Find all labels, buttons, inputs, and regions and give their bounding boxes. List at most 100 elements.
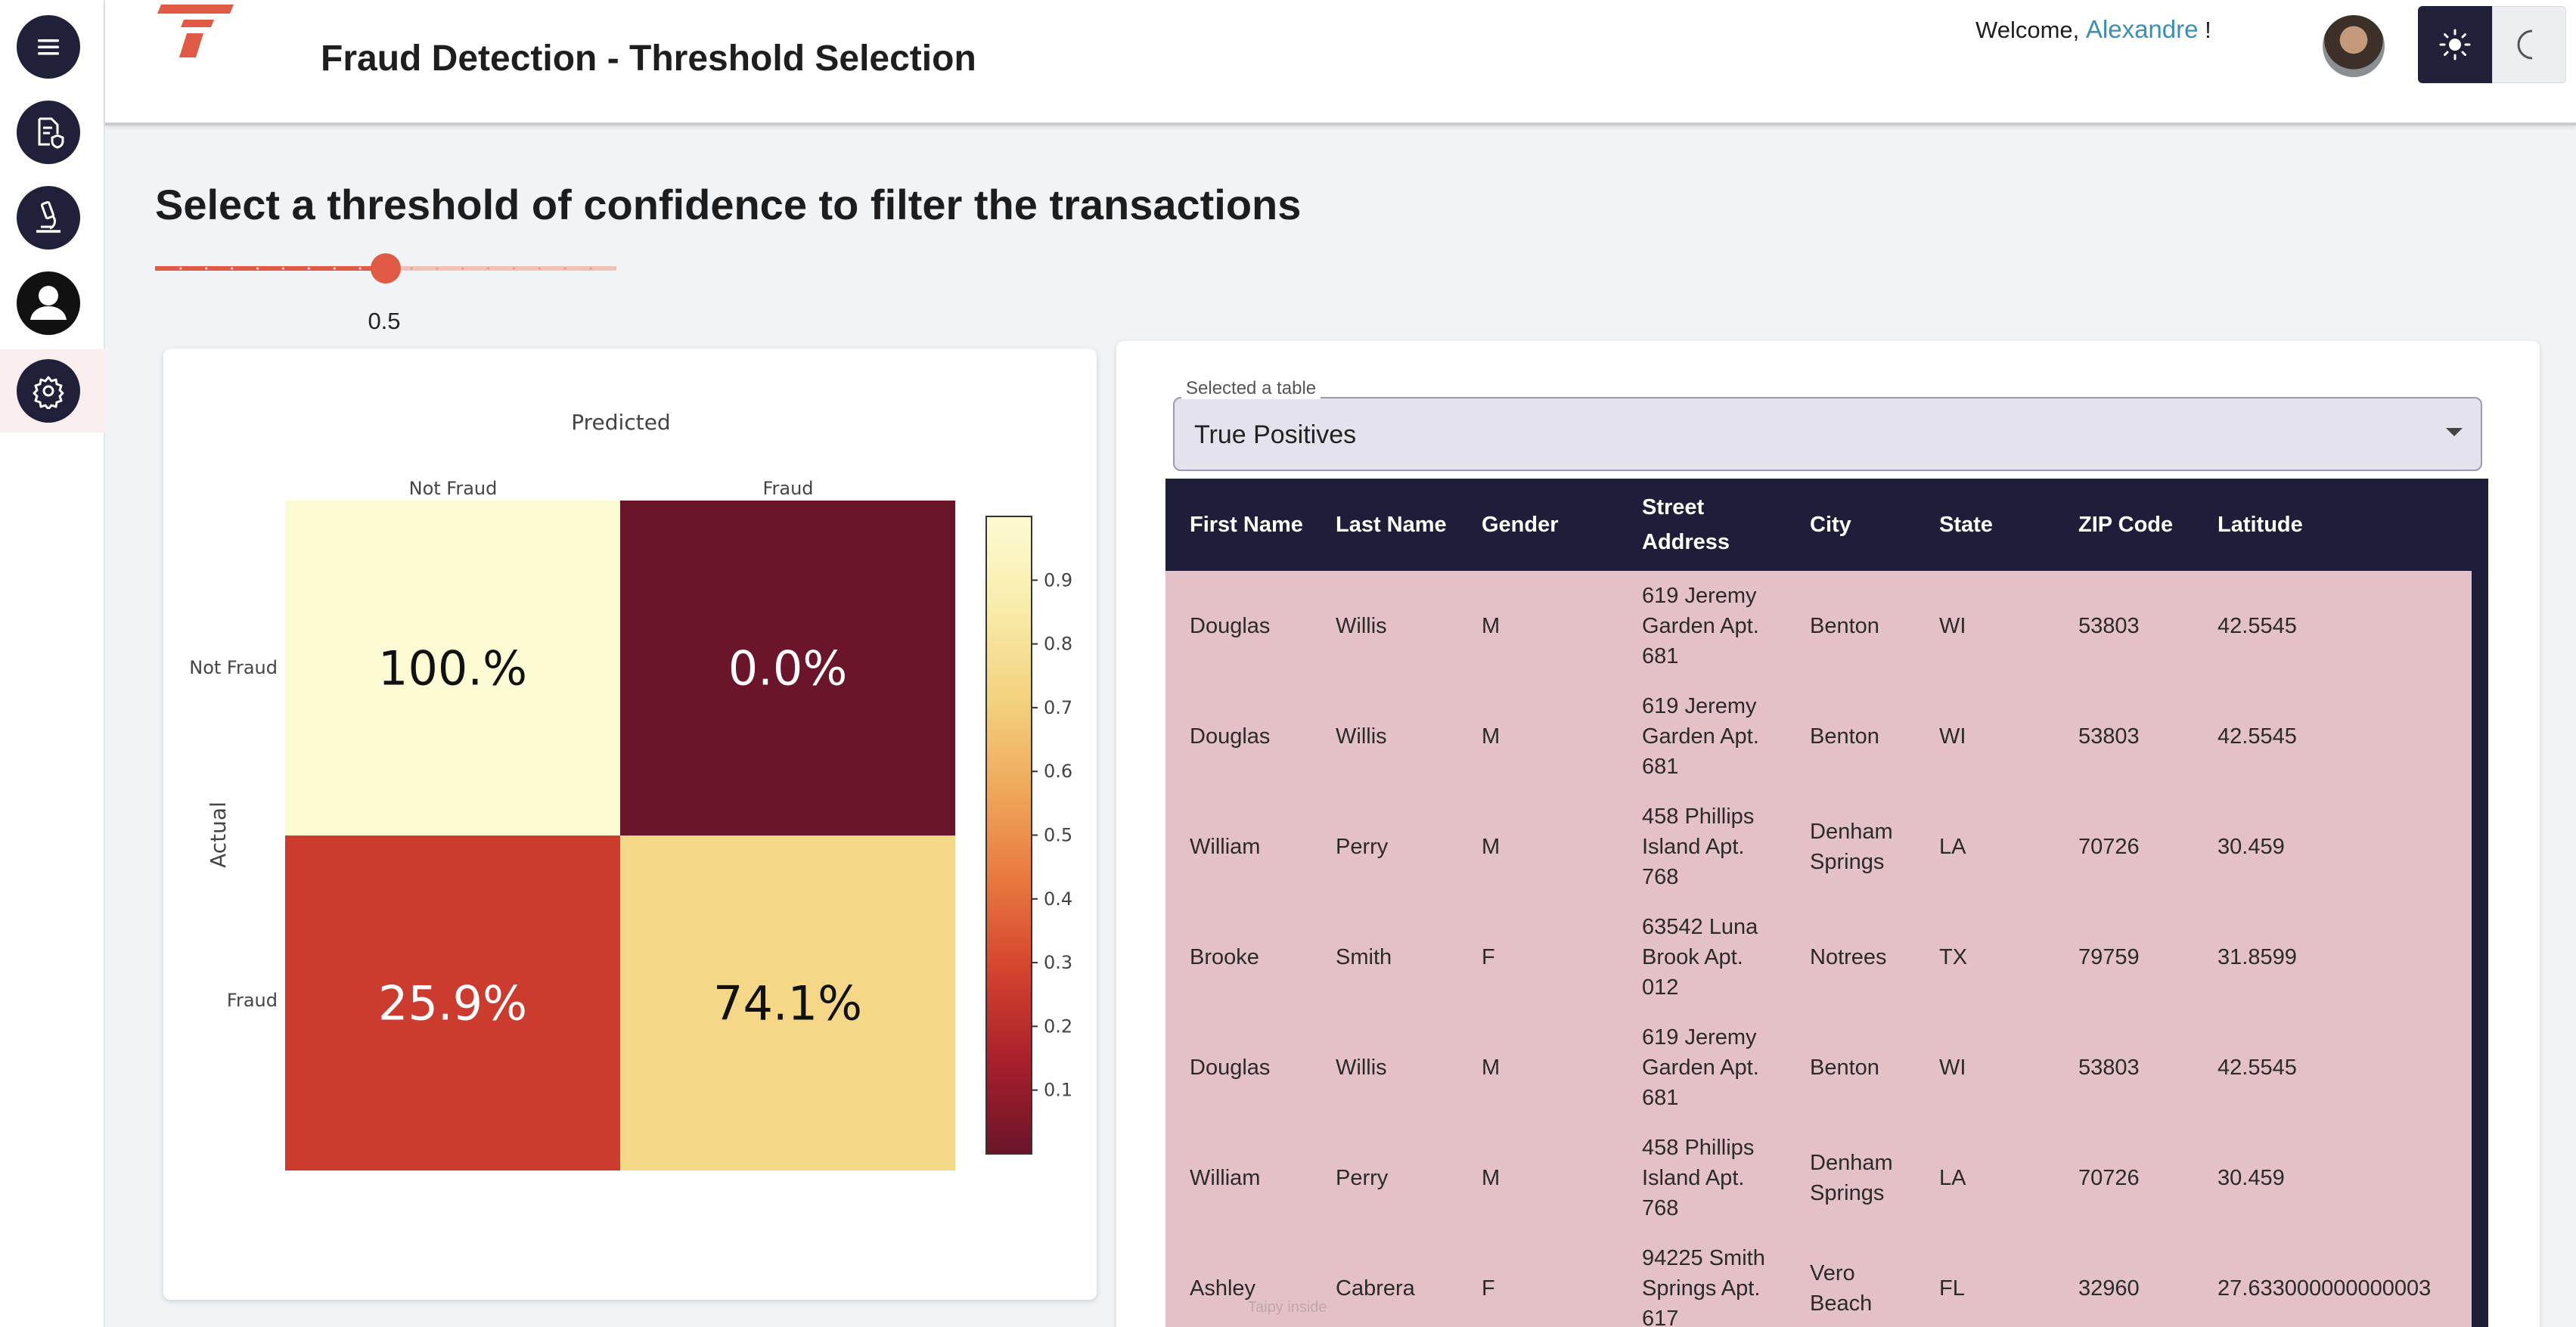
table-cell: William xyxy=(1165,1123,1311,1233)
table-cell: M xyxy=(1457,571,1618,681)
colorbar-tick-label: 0.5 xyxy=(1044,825,1072,846)
page-title: Fraud Detection - Threshold Selection xyxy=(321,39,976,79)
sidebar xyxy=(0,0,105,1327)
slider-tick xyxy=(512,267,516,270)
slider-tick xyxy=(563,267,566,270)
y-tick-label: Fraud xyxy=(227,990,278,1011)
table-cell: M xyxy=(1457,1123,1618,1233)
table-cell: Denham Springs xyxy=(1786,792,1915,902)
table-cell: Perry xyxy=(1311,1123,1457,1233)
table-cell: F xyxy=(1457,902,1618,1012)
moon-icon xyxy=(2517,29,2533,60)
user-name[interactable]: Alexandre xyxy=(2086,15,2199,43)
heatmap-cell-label: 25.9% xyxy=(378,976,527,1031)
table-cell: WI xyxy=(1915,1012,2054,1123)
slider-tick xyxy=(231,267,234,270)
table-row[interactable]: Brooke Smith F 63542 Luna Brook Apt. 012 Not… xyxy=(1165,902,2472,1012)
table-cell: 94225 Smith Springs Apt. 617 xyxy=(1618,1233,1786,1327)
slider-tick xyxy=(307,267,310,270)
column-header[interactable]: Street Address xyxy=(1618,479,1786,571)
colorbar-tick-label: 0.7 xyxy=(1044,697,1072,718)
microscope-icon xyxy=(36,200,61,233)
colorbar-tick-label: 0.1 xyxy=(1044,1080,1072,1101)
table-row[interactable]: Douglas Willis M 619 Jeremy Garden Apt. 681… xyxy=(1165,571,2472,681)
watermark: Taipy inside xyxy=(1248,1299,1327,1316)
table-cell: Willis xyxy=(1311,1012,1457,1123)
x-tick-label: Not Fraud xyxy=(409,478,498,499)
table-cell: 53803 xyxy=(2054,681,2193,792)
threshold-slider[interactable] xyxy=(155,242,616,295)
table-cell: 31.8599 xyxy=(2193,902,2472,1012)
table-row[interactable]: William Perry M 458 Phillips Island Apt. 76… xyxy=(1165,1123,2472,1233)
table-cell: Douglas xyxy=(1165,1012,1311,1123)
table-row[interactable]: Ashley Cabrera F 94225 Smith Springs Apt. 6… xyxy=(1165,1233,2472,1327)
table-cell: 53803 xyxy=(2054,1012,2193,1123)
document-shield-icon xyxy=(38,117,64,149)
table-cell: TX xyxy=(1915,902,2054,1012)
slider-tick xyxy=(486,267,490,270)
table-cell: Benton xyxy=(1786,571,1915,681)
caret-down-icon[interactable] xyxy=(2446,428,2463,436)
table-cell: Vero Beach xyxy=(1786,1233,1915,1327)
colorbar-tick-label: 0.2 xyxy=(1044,1015,1072,1037)
table-cell: Denham Springs xyxy=(1786,1123,1915,1233)
column-header[interactable]: Last Name xyxy=(1311,479,1457,571)
table-select-label: Selected a table xyxy=(1181,378,1321,399)
sidebar-item-settings[interactable] xyxy=(17,359,80,423)
table-cell: 27.633000000000003 xyxy=(2193,1233,2472,1327)
light-mode-button[interactable] xyxy=(2418,6,2492,83)
column-header[interactable]: City xyxy=(1786,479,1915,571)
colorbar-tick-label: 0.3 xyxy=(1044,952,1072,973)
slider-tick xyxy=(179,267,182,270)
sidebar-item-documents[interactable] xyxy=(17,101,80,164)
table-select-value[interactable]: True Positives xyxy=(1194,420,1356,450)
table-cell: Notrees xyxy=(1786,902,1915,1012)
table-cell: M xyxy=(1457,792,1618,902)
column-header[interactable]: Latitude xyxy=(2193,479,2472,571)
heatmap-cell-label: 74.1% xyxy=(713,976,862,1031)
table-cell: Douglas xyxy=(1165,681,1311,792)
table-row[interactable]: Douglas Willis M 619 Jeremy Garden Apt. 681… xyxy=(1165,681,2472,792)
column-header[interactable]: State xyxy=(1915,479,2054,571)
sidebar-item-profile[interactable] xyxy=(17,271,80,335)
table-cell: WI xyxy=(1915,681,2054,792)
threshold-heading: Select a threshold of confidence to filt… xyxy=(155,181,1302,228)
slider-tick xyxy=(436,267,439,270)
column-header[interactable]: First Name xyxy=(1165,479,1311,571)
table-cell: LA xyxy=(1915,1123,2054,1233)
table-cell: Smith xyxy=(1311,902,1457,1012)
table-cell: M xyxy=(1457,681,1618,792)
slider-thumb[interactable] xyxy=(371,253,401,284)
table-select[interactable] xyxy=(1173,397,2482,471)
y-tick-label: Not Fraud xyxy=(189,657,278,678)
table-row[interactable]: William Perry M 458 Phillips Island Apt. 76… xyxy=(1165,792,2472,902)
table-cell: Willis xyxy=(1311,681,1457,792)
table-cell: Brooke xyxy=(1165,902,1311,1012)
table-cell: 458 Phillips Island Apt. 768 xyxy=(1618,792,1786,902)
table-header-row: First Name Last Name Gender Street Address C… xyxy=(1165,479,2472,571)
table-cell: 42.5545 xyxy=(2193,681,2472,792)
table-cell: Douglas xyxy=(1165,571,1311,681)
avatar[interactable] xyxy=(2323,15,2385,77)
column-header[interactable]: ZIP Code xyxy=(2054,479,2193,571)
scroll-up-icon[interactable] xyxy=(2474,482,2486,490)
table-row[interactable]: Douglas Willis M 619 Jeremy Garden Apt. 681… xyxy=(1165,1012,2472,1123)
table-cell: WI xyxy=(1915,571,2054,681)
table-cell: 619 Jeremy Garden Apt. 681 xyxy=(1618,681,1786,792)
column-header[interactable]: Gender xyxy=(1457,479,1618,571)
sun-icon xyxy=(2439,29,2471,60)
slider-tick xyxy=(256,267,259,270)
slider-tick xyxy=(333,267,336,270)
sidebar-menu-button[interactable] xyxy=(17,15,80,79)
slider-tick xyxy=(358,267,362,270)
welcome-prefix: Welcome, xyxy=(1975,17,2080,43)
dark-mode-button[interactable] xyxy=(2492,6,2566,83)
menu-icon xyxy=(38,39,59,55)
table-cell: 70726 xyxy=(2054,792,2193,902)
slider-tick xyxy=(281,267,285,270)
colorbar-tick-label: 0.6 xyxy=(1044,761,1072,782)
table-scrollbar[interactable] xyxy=(2472,479,2488,1327)
sidebar-item-analysis[interactable] xyxy=(17,186,80,250)
threshold-value: 0.5 xyxy=(368,308,401,334)
slider-tick xyxy=(461,267,464,270)
